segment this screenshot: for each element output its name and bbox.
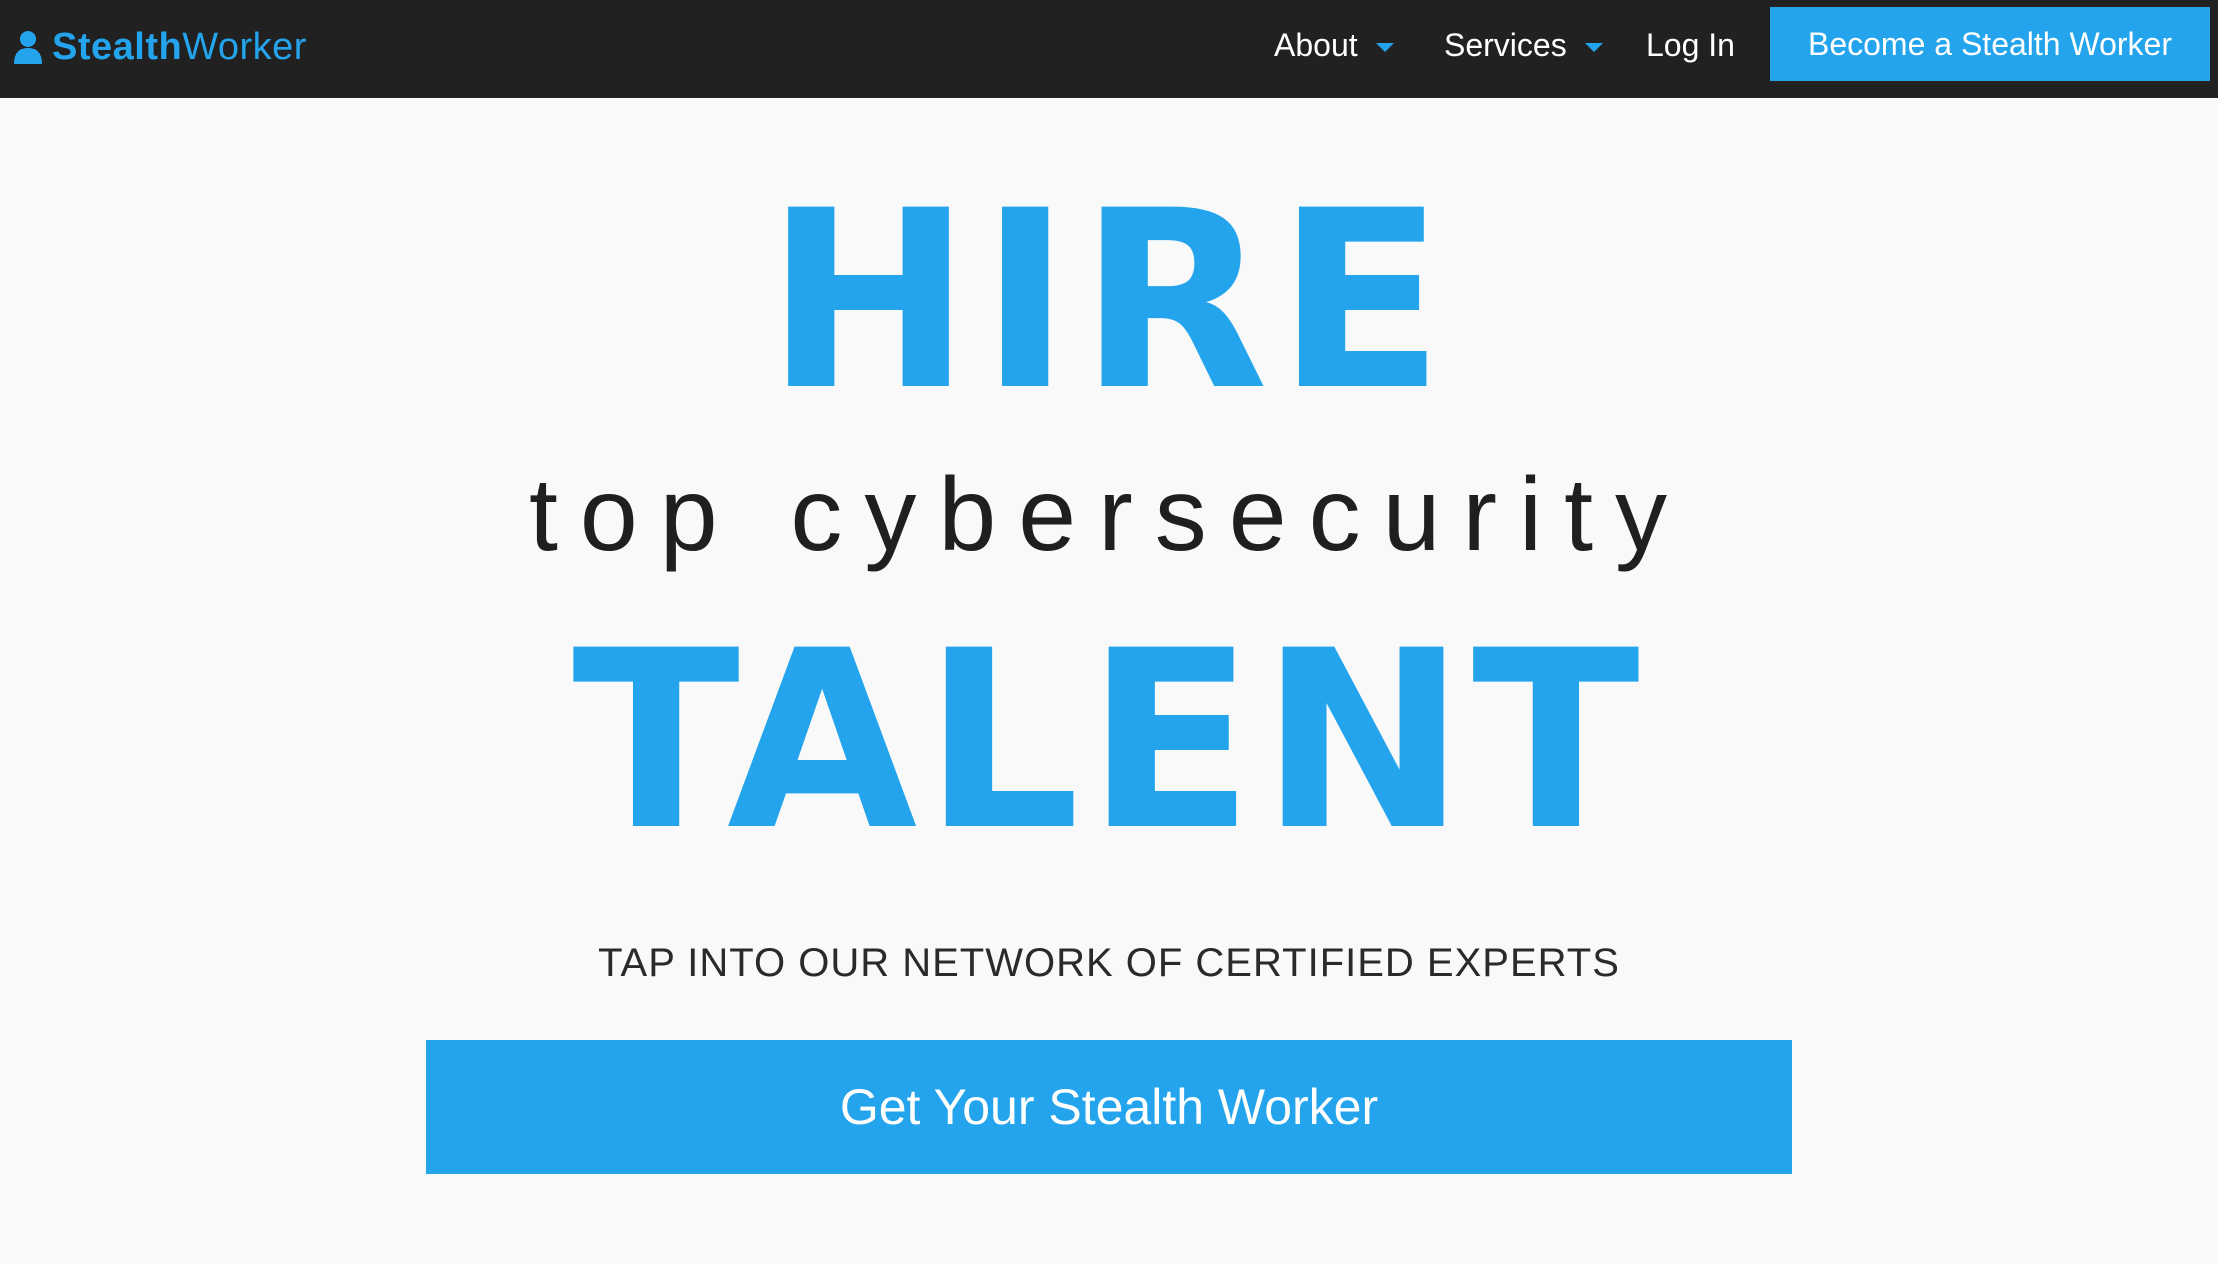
brand-logo[interactable]: StealthWorker: [14, 22, 307, 72]
caret-down-icon: [1375, 42, 1394, 52]
nav-login-link[interactable]: Log In: [1646, 20, 1735, 70]
top-navbar: StealthWorker About Services Log In Beco…: [0, 0, 2218, 98]
brand-name-bold: Stealth: [52, 25, 183, 68]
nav-login-label: Log In: [1646, 26, 1735, 63]
nav-about-label: About: [1274, 26, 1358, 63]
nav-services-dropdown[interactable]: Services: [1444, 20, 1603, 70]
nav-services-label: Services: [1444, 26, 1567, 63]
become-stealth-worker-button[interactable]: Become a Stealth Worker: [1770, 7, 2210, 81]
hero-headline-hire: HIRE: [765, 159, 1453, 445]
user-icon: [14, 31, 42, 64]
brand-name: StealthWorker: [52, 26, 307, 69]
get-stealth-worker-button[interactable]: Get Your Stealth Worker: [426, 1040, 1792, 1174]
caret-down-icon: [1584, 42, 1603, 52]
hero-tagline: TAP INTO OUR NETWORK OF CERTIFIED EXPERT…: [598, 941, 1620, 985]
nav-about-dropdown[interactable]: About: [1274, 20, 1394, 70]
hero-subheadline: top cybersecurity: [528, 457, 1690, 573]
hero-headline-talent: TALENT: [572, 599, 1646, 885]
brand-name-light: Worker: [182, 25, 307, 68]
